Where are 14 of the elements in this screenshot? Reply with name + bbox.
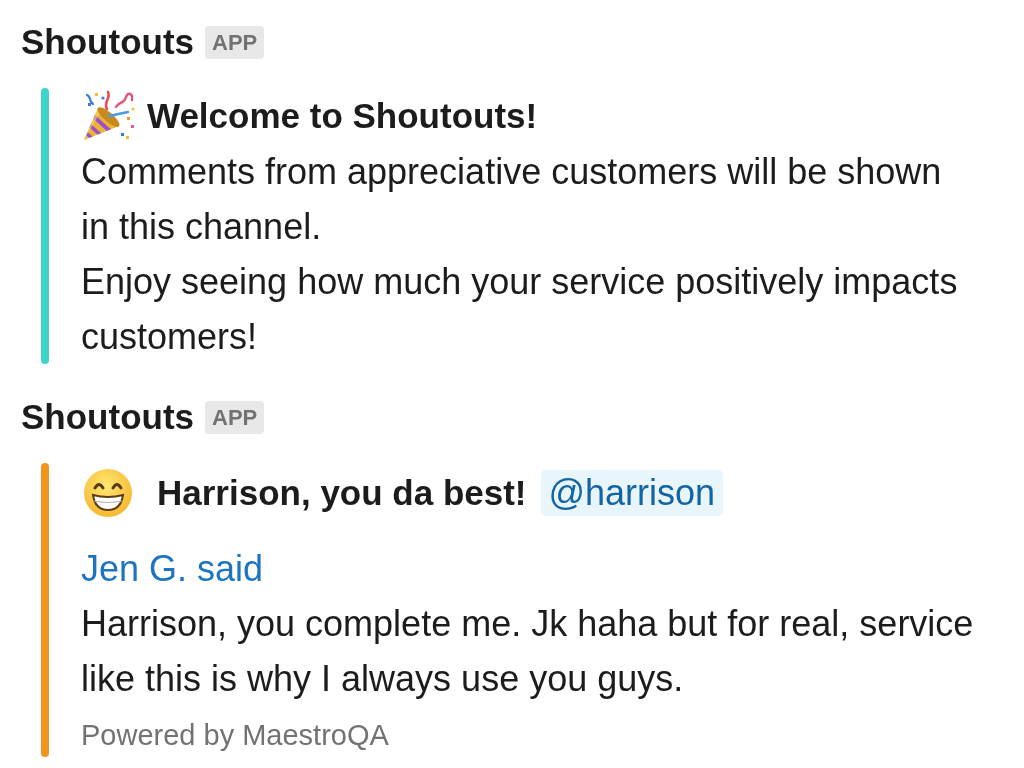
sender-name: Shoutouts [21, 22, 195, 62]
party-popper-icon [81, 90, 137, 142]
app-badge: APP [205, 25, 265, 59]
mention-link[interactable]: @harrison [540, 470, 724, 516]
attachment-title: Welcome to Shoutouts! [147, 95, 538, 137]
attachment-title: Harrison, you da best! [157, 472, 527, 514]
author-link[interactable]: Jen G. said [81, 541, 264, 596]
message-text: Comments from appreciative customers will be shown in this channel. [81, 150, 943, 249]
message-text: Enjoy seeing how much your service positively impacts customers! [81, 260, 959, 359]
grinning-face-icon [83, 468, 133, 518]
app-badge: APP [205, 400, 265, 434]
footer-text: Powered by MaestroQA [81, 718, 389, 753]
message-text: Harrison, you complete me. Jk haha but for real, service like this is why I always use you guys. [81, 602, 975, 701]
sender-name: Shoutouts [21, 397, 195, 437]
